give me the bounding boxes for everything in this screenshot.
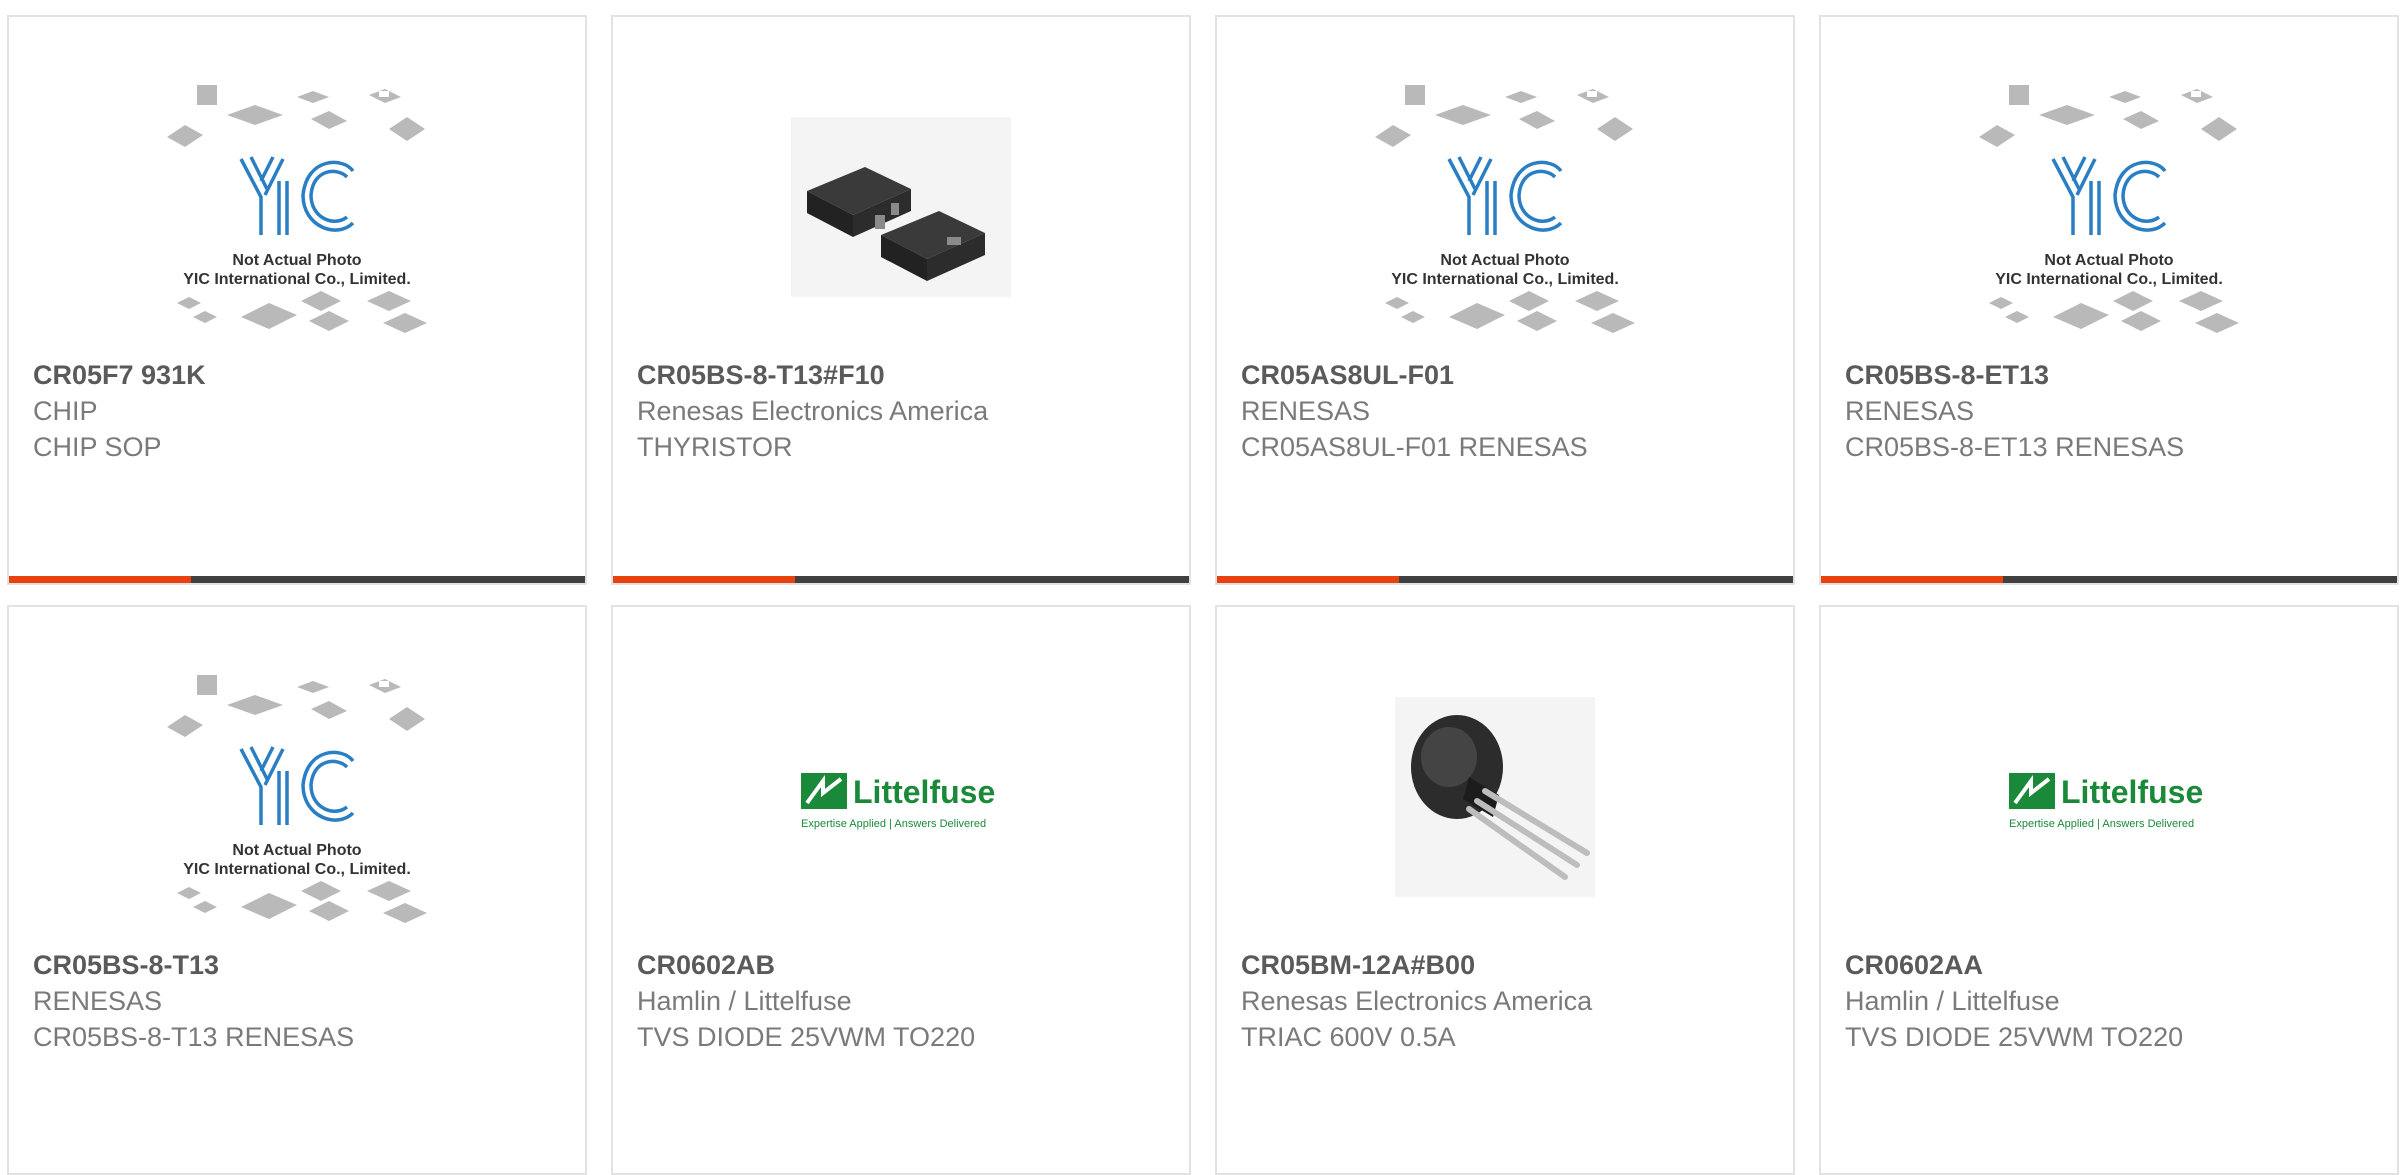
part-number-link[interactable]: CR0602AA [1845,947,2377,983]
manufacturer: RENESAS [33,986,163,1016]
product-image[interactable] [761,87,1041,327]
description: CR05BS-8-ET13 RENESAS [1845,432,2185,462]
product-image[interactable] [1365,677,1645,917]
part-number-link[interactable]: CR0602AB [637,947,1169,983]
littelfuse-logo [2007,771,2206,832]
part-number-link[interactable]: CR05BS-8-T13 [33,947,565,983]
product-image[interactable] [1969,677,2249,917]
product-image[interactable] [761,677,1041,917]
manufacturer: Hamlin / Littelfuse [1845,986,2060,1016]
description: CHIP SOP [33,432,162,462]
description: CR05AS8UL-F01 RENESAS [1241,432,1588,462]
product-card[interactable]: CR0602AA Hamlin / Littelfuse TVS DIODE 2… [1819,605,2399,1175]
description: TRIAC 600V 0.5A [1241,1022,1456,1052]
card-bottom-bar [613,576,1189,583]
card-accent-bar [9,576,191,583]
part-number-link[interactable]: CR05BS-8-T13#F10 [637,357,1169,393]
manufacturer: Hamlin / Littelfuse [637,986,852,1016]
product-card[interactable]: CR0602AB Hamlin / Littelfuse TVS DIODE 2… [611,605,1191,1175]
description: TVS DIODE 25VWM TO220 [637,1022,976,1052]
yic-placeholder-image [1977,83,2241,335]
description: TVS DIODE 25VWM TO220 [1845,1022,2184,1052]
description: CR05BS-8-T13 RENESAS [33,1022,355,1052]
part-number-link[interactable]: CR05AS8UL-F01 [1241,357,1773,393]
yic-placeholder-image [1373,83,1637,335]
product-image[interactable] [1969,83,2249,335]
product-grid: CR05F7 931K CHIP CHIP SOP CR05BS-8-T13#F… [7,15,2399,1175]
littelfuse-logo [799,771,998,832]
part-number-link[interactable]: CR05BS-8-ET13 [1845,357,2377,393]
product-card[interactable]: CR05AS8UL-F01 RENESAS CR05AS8UL-F01 RENE… [1215,15,1795,585]
card-bottom-bar [1821,576,2397,583]
product-image[interactable] [1365,83,1645,335]
yic-placeholder-image [165,83,429,335]
yic-placeholder-image [165,673,429,925]
manufacturer: Renesas Electronics America [637,396,989,426]
part-number-link[interactable]: CR05F7 931K [33,357,565,393]
sot23-package-photo [791,117,1011,297]
product-card[interactable]: CR05BS-8-T13#F10 Renesas Electronics Ame… [611,15,1191,585]
card-accent-bar [613,576,795,583]
to92-package-photo [1365,677,1645,917]
description: THYRISTOR [637,432,793,462]
product-image[interactable] [157,673,437,925]
card-bottom-bar [1217,576,1793,583]
product-card[interactable]: CR05BS-8-ET13 RENESAS CR05BS-8-ET13 RENE… [1819,15,2399,585]
product-card[interactable]: CR05BS-8-T13 RENESAS CR05BS-8-T13 RENESA… [7,605,587,1175]
product-card[interactable]: CR05BM-12A#B00 Renesas Electronics Ameri… [1215,605,1795,1175]
manufacturer: RENESAS [1241,396,1371,426]
card-accent-bar [1821,576,2003,583]
manufacturer: CHIP [33,396,98,426]
card-accent-bar [1217,576,1399,583]
part-number-link[interactable]: CR05BM-12A#B00 [1241,947,1773,983]
manufacturer: RENESAS [1845,396,1975,426]
product-image[interactable] [157,83,437,335]
card-bottom-bar [9,576,585,583]
manufacturer: Renesas Electronics America [1241,986,1593,1016]
product-card[interactable]: CR05F7 931K CHIP CHIP SOP [7,15,587,585]
